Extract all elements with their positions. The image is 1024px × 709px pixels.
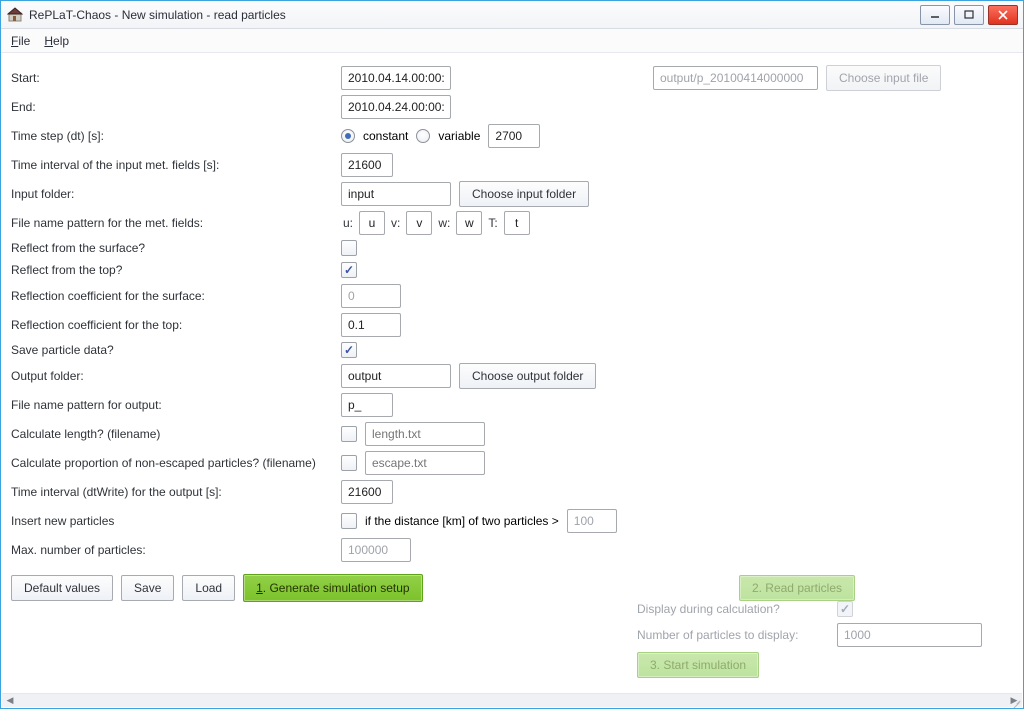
display-during-calc-label: Display during calculation? (637, 602, 837, 616)
reflect-top-checkbox[interactable] (341, 262, 357, 278)
choose-input-folder-button[interactable]: Choose input folder (459, 181, 589, 207)
u-prefix-label: u: (343, 216, 353, 230)
maxnum-label: Max. number of particles: (11, 543, 341, 557)
dt-value-input[interactable] (488, 124, 540, 148)
output-path-display (653, 66, 818, 90)
met-pattern-label: File name pattern for the met. fields: (11, 216, 341, 230)
insert-new-text: if the distance [km] of two particles > (365, 514, 559, 528)
output-folder-label: Output folder: (11, 369, 341, 383)
default-values-button[interactable]: Default values (11, 575, 113, 601)
reflect-surface-checkbox[interactable] (341, 240, 357, 256)
dt-constant-radio[interactable] (341, 129, 355, 143)
dtwrite-input[interactable] (341, 480, 393, 504)
end-input[interactable] (341, 95, 451, 119)
calc-length-checkbox[interactable] (341, 426, 357, 442)
insert-new-label: Insert new particles (11, 514, 341, 528)
maxnum-input (341, 538, 411, 562)
v-prefix-label: v: (391, 216, 400, 230)
coef-surface-label: Reflection coefficient for the surface: (11, 289, 341, 303)
dt-constant-label: constant (363, 129, 408, 143)
save-particle-checkbox[interactable] (341, 342, 357, 358)
resize-grip-icon[interactable] (1010, 695, 1021, 706)
coef-top-input[interactable] (341, 313, 401, 337)
dt-label: Time step (dt) [s]: (11, 129, 341, 143)
reflect-top-label: Reflect from the top? (11, 263, 341, 277)
dtwrite-label: Time interval (dtWrite) for the output [… (11, 485, 341, 499)
display-during-calc-checkbox (837, 601, 853, 617)
save-button[interactable]: Save (121, 575, 174, 601)
scroll-left-icon[interactable]: ◀ (2, 695, 18, 707)
load-button[interactable]: Load (182, 575, 235, 601)
start-label: Start: (11, 71, 341, 85)
calc-prop-checkbox[interactable] (341, 455, 357, 471)
t-prefix-label: T: (488, 216, 497, 230)
start-input[interactable] (341, 66, 451, 90)
input-folder-input[interactable] (341, 182, 451, 206)
dt-variable-label: variable (438, 129, 480, 143)
output-pattern-input[interactable] (341, 393, 393, 417)
start-simulation-button: 3. Start simulation (637, 652, 759, 678)
horizontal-scrollbar[interactable]: ◀ ▶ (2, 693, 1022, 707)
output-folder-input[interactable] (341, 364, 451, 388)
menu-file[interactable]: File (11, 34, 30, 48)
menu-help[interactable]: Help (44, 34, 69, 48)
u-pattern-input[interactable] (359, 211, 385, 235)
generate-setup-button[interactable]: . Generate simulation setup (263, 581, 410, 595)
coef-top-label: Reflection coefficient for the top: (11, 318, 341, 332)
w-prefix-label: w: (438, 216, 450, 230)
coef-surface-input (341, 284, 401, 308)
choose-input-file-button: Choose input file (826, 65, 941, 91)
calc-prop-filename-input (365, 451, 485, 475)
end-label: End: (11, 100, 341, 114)
insert-new-checkbox[interactable] (341, 513, 357, 529)
bottom-right-panel: Display during calculation? Number of pa… (637, 596, 997, 678)
choose-output-folder-button[interactable]: Choose output folder (459, 363, 596, 389)
calc-length-label: Calculate length? (filename) (11, 427, 341, 441)
t-pattern-input[interactable] (504, 211, 530, 235)
num-to-display-label: Number of particles to display: (637, 628, 837, 642)
save-particle-label: Save particle data? (11, 343, 341, 357)
app-icon (7, 7, 23, 23)
menu-bar: File Help (1, 29, 1023, 53)
dt-input-fields-input[interactable] (341, 153, 393, 177)
input-folder-label: Input folder: (11, 187, 341, 201)
minimize-button[interactable] (920, 5, 950, 25)
num-to-display-input (837, 623, 982, 647)
insert-new-distance-input (567, 509, 617, 533)
window-titlebar: RePLaT-Chaos - New simulation - read par… (1, 1, 1023, 29)
w-pattern-input[interactable] (456, 211, 482, 235)
output-pattern-label: File name pattern for output: (11, 398, 341, 412)
calc-prop-label: Calculate proportion of non-escaped part… (11, 456, 341, 470)
calc-length-filename-input (365, 422, 485, 446)
v-pattern-input[interactable] (406, 211, 432, 235)
dt-variable-radio[interactable] (416, 129, 430, 143)
reflect-surface-label: Reflect from the surface? (11, 241, 341, 255)
dt-input-fields-label: Time interval of the input met. fields [… (11, 158, 341, 172)
close-button[interactable] (988, 5, 1018, 25)
maximize-button[interactable] (954, 5, 984, 25)
window-title: RePLaT-Chaos - New simulation - read par… (29, 8, 920, 22)
